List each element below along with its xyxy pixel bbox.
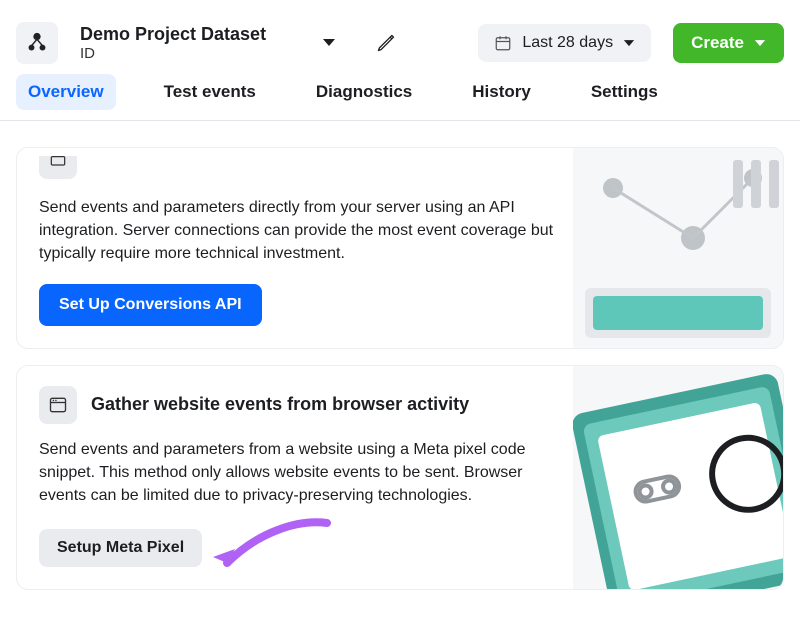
tab-history[interactable]: History [460,74,543,110]
card-browser-events: Gather website events from browser activ… [16,365,784,591]
browser-icon-box [39,386,77,424]
project-logo [16,22,58,64]
calendar-icon [494,34,512,52]
chevron-down-icon [754,39,766,48]
chevron-down-icon [623,39,635,48]
card-server-body: Send events and parameters directly from… [39,196,569,266]
tab-settings[interactable]: Settings [579,74,670,110]
card-server-events: Send events and parameters directly from… [16,147,784,349]
server-icon [48,156,68,170]
project-title: Demo Project Dataset [80,24,266,45]
tab-overview[interactable]: Overview [16,74,116,110]
setup-meta-pixel-button[interactable]: Setup Meta Pixel [39,529,202,567]
date-range-label: Last 28 days [522,34,613,52]
tab-diagnostics[interactable]: Diagnostics [304,74,424,110]
header: Demo Project Dataset ID Last 28 days Cre… [0,0,800,74]
pencil-icon [376,33,396,53]
card-server-illustration [573,148,783,348]
card-browser-title: Gather website events from browser activ… [91,394,469,415]
project-dropdown[interactable] [316,32,342,54]
card-browser-body: Send events and parameters from a websit… [39,438,569,508]
setup-conversions-api-button[interactable]: Set Up Conversions API [39,284,262,326]
annotation-arrow-icon [207,515,337,585]
create-button[interactable]: Create [673,23,784,63]
tab-test-events[interactable]: Test events [152,74,268,110]
tabs: Overview Test events Diagnostics History… [0,74,800,121]
create-label: Create [691,33,744,53]
content: Send events and parameters directly from… [0,121,800,616]
date-range-button[interactable]: Last 28 days [478,24,651,62]
project-id: ID [80,45,266,62]
edit-project-button[interactable] [370,27,402,59]
chevron-down-icon [322,38,336,48]
card-browser-illustration [573,365,783,590]
browser-window-icon [48,395,68,415]
server-icon-box [39,156,77,179]
logo-icon [26,32,48,54]
